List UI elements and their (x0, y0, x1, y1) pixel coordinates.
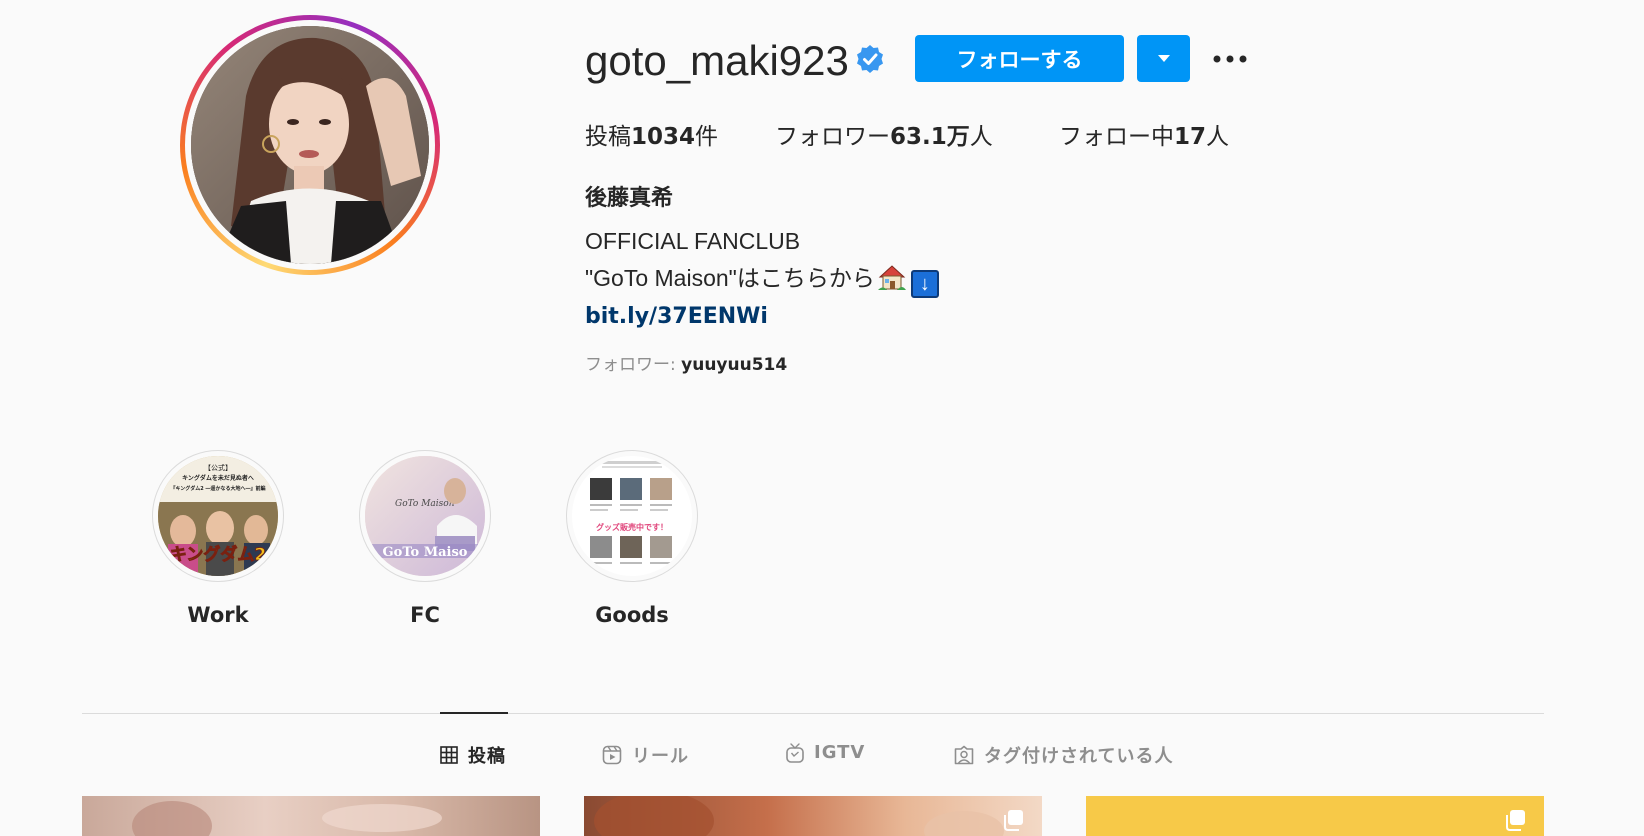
highlight-ring: 【公式】 キングダムを未だ見ぬ者へ 『キングダム2 ―遥かなる大地へ―』前編 キ… (152, 450, 284, 582)
highlight-work[interactable]: 【公式】 キングダムを未だ見ぬ者へ 『キングダム2 ―遥かなる大地へ―』前編 キ… (150, 450, 286, 628)
tabs-divider (82, 713, 1544, 714)
following-stat-count: 17 (1174, 124, 1207, 150)
post-image (132, 801, 442, 836)
tab-igtv[interactable]: IGTV (786, 742, 865, 763)
avatar-image (191, 26, 429, 264)
posts-stat-count: 1034 (631, 124, 696, 150)
followers-stat-link[interactable]: フォロワー63.1万人 (775, 120, 993, 154)
posts-stat-suffix: 件 (695, 124, 719, 150)
carousel-icon (1002, 809, 1024, 835)
followers-stat-count: 63.1万 (890, 124, 970, 150)
following-stat-prefix: フォロー中 (1059, 124, 1174, 150)
fc-thumb-script: GoTo Maison (395, 499, 455, 509)
post-thumbnail[interactable] (82, 796, 540, 836)
bio-line-1: OFFICIAL FANCLUB (585, 228, 801, 254)
active-tab-indicator (440, 712, 508, 714)
work-thumb-logo: キングダム2 (170, 544, 266, 565)
highlight-fc-thumbnail: GoTo Maison GoTo Maiso (365, 456, 485, 576)
post-thumbnail[interactable] (1086, 796, 1544, 836)
tab-reels[interactable]: リール (602, 742, 689, 768)
tab-posts-label: 投稿 (468, 746, 506, 767)
highlight-ring: GoTo Maison GoTo Maiso (359, 450, 491, 582)
followed-by-username: yuuyuu514 (681, 355, 788, 375)
work-thumb-title-3: 『キングダム2 ―遥かなる大地へ―』前編 (170, 485, 265, 492)
highlight-label: FC (410, 603, 440, 627)
highlight-label: Goods (595, 603, 669, 627)
down-arrow-emoji-icon: ↓ (910, 270, 939, 298)
highlight-goods-thumbnail: グッズ販売中です！ (572, 456, 692, 576)
avatar[interactable] (191, 26, 429, 264)
reels-icon (602, 745, 622, 765)
highlight-goods[interactable]: グッズ販売中です！ Goods (564, 450, 700, 628)
tab-igtv-label: IGTV (814, 742, 866, 763)
igtv-icon (786, 742, 804, 763)
profile-avatar-ring[interactable] (180, 15, 440, 275)
bio-line-2-text: "GoTo Maison"はこちらから (585, 265, 875, 291)
tagged-icon (954, 745, 974, 765)
post-thumbnail[interactable] (584, 796, 1042, 836)
goods-thumb-banner: グッズ販売中です！ (596, 522, 668, 532)
following-stat-link[interactable]: フォロー中17人 (1059, 120, 1229, 154)
tab-tagged-label: タグ付けされている人 (984, 746, 1174, 767)
house-emoji-icon (877, 263, 907, 291)
suggested-dropdown-button[interactable] (1137, 35, 1190, 82)
tab-posts[interactable]: 投稿 (440, 742, 506, 768)
post-image (594, 796, 1004, 836)
profile-full-name: 後藤真希 (585, 186, 674, 211)
carousel-icon (1504, 809, 1526, 835)
bio-external-link[interactable]: bit.ly/37EENWi (585, 304, 768, 329)
bio-line-3: bit.ly/37EENWi (585, 297, 939, 334)
followed-by-label: フォロワー: (585, 355, 682, 375)
profile-username: goto_maki923 (585, 37, 849, 84)
tab-tagged[interactable]: タグ付けされている人 (954, 742, 1173, 768)
highlight-ring: グッズ販売中です！ (566, 450, 698, 582)
highlight-work-thumbnail: 【公式】 キングダムを未だ見ぬ者へ 『キングダム2 ―遥かなる大地へ―』前編 キ… (158, 456, 278, 576)
more-options-button[interactable] (1210, 44, 1250, 74)
posts-stat-prefix: 投稿 (585, 124, 631, 150)
followers-stat-prefix: フォロワー (775, 124, 890, 150)
profile-bio: OFFICIAL FANCLUB "GoTo Maison"はこちらから ↓ b… (585, 223, 939, 334)
fc-thumb-logo: GoTo Maiso (383, 545, 468, 560)
followers-stat-suffix: 人 (969, 124, 993, 150)
follow-button[interactable]: フォローする (915, 35, 1124, 82)
following-stat-suffix: 人 (1206, 124, 1230, 150)
posts-count-stat: 投稿1034件 (585, 120, 718, 154)
followed-by-text[interactable]: フォロワー: yuuyuu514 (585, 350, 787, 375)
more-dots-icon (1213, 55, 1247, 63)
bio-line-2: "GoTo Maison"はこちらから ↓ (585, 260, 939, 298)
avatar-gap (185, 20, 435, 270)
work-thumb-title-1: 【公式】 (204, 463, 232, 472)
tab-reels-label: リール (632, 746, 689, 767)
highlight-fc[interactable]: GoTo Maison GoTo Maiso FC (357, 450, 493, 628)
caret-down-icon (1157, 54, 1170, 62)
verified-badge-icon (855, 44, 885, 78)
work-thumb-title-2: キングダムを未だ見ぬ者へ (182, 474, 254, 482)
highlight-label: Work (187, 603, 249, 627)
grid-icon (440, 746, 458, 764)
